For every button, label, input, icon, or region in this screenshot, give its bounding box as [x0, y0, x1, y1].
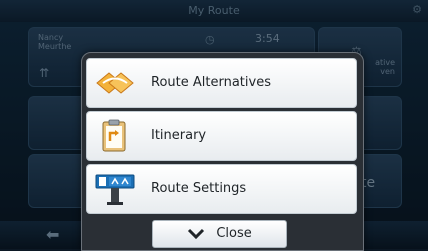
- menu-item-route-settings[interactable]: Route Settings: [86, 164, 357, 214]
- route-menu-popup: Route Alternatives Itinerary Route Setti…: [81, 52, 364, 251]
- itinerary-icon: [102, 119, 126, 152]
- close-button[interactable]: Close: [152, 220, 287, 248]
- menu-item-label: Route Alternatives: [151, 75, 271, 90]
- menu-item-label: Route Settings: [151, 181, 247, 196]
- close-button-label: Close: [216, 226, 252, 241]
- route-settings-icon: [95, 174, 135, 205]
- menu-item-route-alternatives[interactable]: Route Alternatives: [86, 58, 357, 108]
- menu-item-label: Itinerary: [151, 128, 207, 143]
- menu-item-itinerary[interactable]: Itinerary: [86, 111, 357, 161]
- chevron-down-icon: [188, 228, 205, 240]
- route-alternatives-icon: [96, 72, 134, 94]
